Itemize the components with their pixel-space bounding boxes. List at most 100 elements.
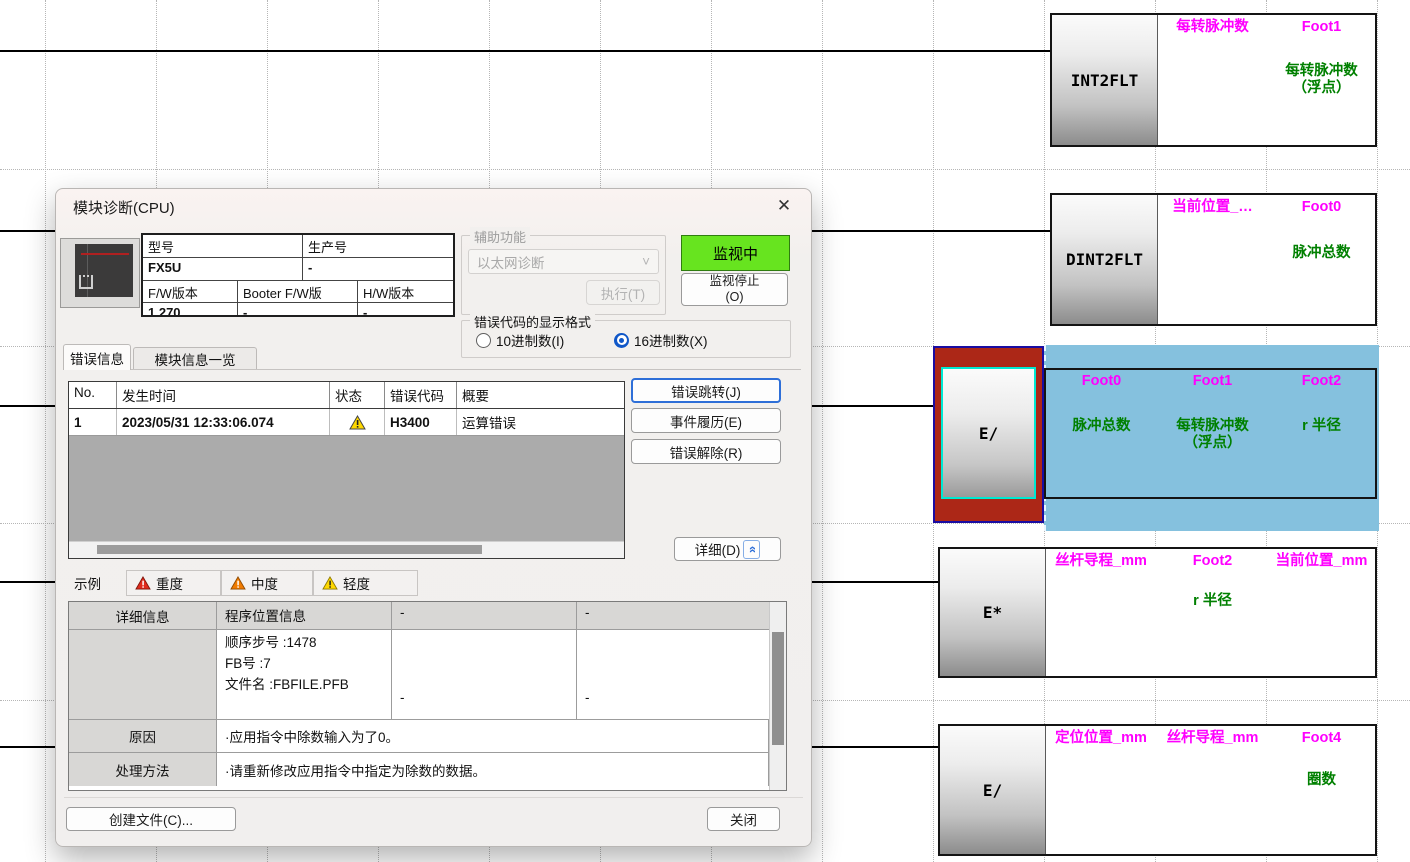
- error-clear-button[interactable]: 错误解除(R): [631, 439, 781, 464]
- pin-label[interactable]: Foot0: [1046, 373, 1157, 390]
- pin-label[interactable]: Foot1: [1157, 373, 1268, 390]
- block-name[interactable]: DINT2FLT: [1052, 195, 1158, 324]
- pin-label[interactable]: Foot2: [1268, 373, 1375, 390]
- fbd-block-emul[interactable]: E* 丝杆导程_mm Foot2 r 半径 当前位置_mm: [938, 547, 1377, 678]
- fbd-block-ediv-selected[interactable]: E/: [933, 346, 1044, 523]
- severity-moderate-icon: [230, 576, 246, 590]
- stop-monitoring-button[interactable]: 监视停止 (O): [681, 273, 788, 306]
- vertical-scrollbar[interactable]: [769, 602, 786, 790]
- detail-button-label: 详细(D): [695, 539, 741, 559]
- col-header: 发生时间: [117, 382, 330, 408]
- pin-label[interactable]: 脉冲总数: [1046, 418, 1157, 435]
- detail-cell: -: [392, 602, 577, 630]
- cell-summary: 运算错误: [457, 409, 624, 435]
- info-value: -: [358, 303, 453, 317]
- pin-label[interactable]: 每转脉冲数 （浮点）: [1268, 63, 1375, 98]
- pin-label[interactable]: Foot2: [1157, 553, 1268, 570]
- block-name[interactable]: INT2FLT: [1052, 15, 1158, 145]
- block-name[interactable]: E/: [941, 367, 1036, 499]
- legend-text: 中度: [251, 573, 278, 593]
- pin-label[interactable]: r 半径: [1157, 593, 1268, 610]
- error-jump-button[interactable]: 错误跳转(J): [631, 378, 781, 403]
- error-detail-panel: 详细信息 程序位置信息 - - 顺序步号 :1478 FB号 :7 文件名 :F…: [68, 601, 787, 791]
- selected-block-pin-area: Foot0 Foot1 Foot2 脉冲总数 每转脉冲数 （浮点） r 半径: [1044, 368, 1377, 499]
- remedy-text: ·请重新修改应用指令中指定为除数的数据。: [217, 753, 769, 786]
- pin-label[interactable]: 每转脉冲数 （浮点）: [1157, 418, 1268, 453]
- tab-module-info-list[interactable]: 模块信息一览: [133, 347, 257, 370]
- pin-label[interactable]: 丝杆导程_mm: [1045, 553, 1157, 570]
- table-row[interactable]: 1 2023/05/31 12:33:06.074 H3400 运算错误: [69, 409, 624, 436]
- pin-label[interactable]: Foot0: [1268, 199, 1375, 216]
- scrollbar-thumb[interactable]: [97, 545, 482, 554]
- detail-row-header: 详细信息: [69, 602, 217, 630]
- block-name[interactable]: E/: [940, 726, 1046, 854]
- dialog-separator: [64, 797, 803, 798]
- pin-label[interactable]: 圈数: [1268, 772, 1375, 789]
- pin-label[interactable]: 每转脉冲数: [1157, 19, 1268, 36]
- detail-cell: -: [392, 630, 577, 720]
- pin-label[interactable]: 脉冲总数: [1268, 245, 1375, 262]
- group-legend: 错误代码的显示格式: [470, 312, 595, 331]
- grid-line-vertical: [822, 0, 823, 862]
- pin-label[interactable]: 定位位置_mm: [1045, 730, 1157, 747]
- module-diagnostics-dialog: 模块诊断(CPU) ✕ 型号 生产号 FX5U - F/W版本 Booter F…: [55, 188, 812, 847]
- error-list-table: No. 发生时间 状态 错误代码 概要 1 2023/05/31 12:33:0…: [68, 381, 625, 559]
- detail-toggle-button[interactable]: 详细(D) »: [674, 537, 781, 561]
- info-header: F/W版本: [143, 281, 238, 302]
- tab-error-info[interactable]: 错误信息: [63, 344, 131, 370]
- scrollbar-thumb[interactable]: [772, 632, 784, 745]
- info-header: 生产号: [303, 235, 453, 257]
- execute-button[interactable]: 执行(T): [586, 280, 660, 305]
- pin-label[interactable]: 当前位置_mm: [1268, 553, 1375, 570]
- info-value: -: [238, 303, 358, 317]
- module-info-table: 型号 生产号 FX5U - F/W版本 Booter F/W版 H/W版本 1.…: [141, 233, 455, 317]
- tab-baseline: [63, 369, 801, 370]
- grid-line-horizontal: [0, 169, 1410, 170]
- pin-label[interactable]: r 半径: [1268, 418, 1375, 435]
- radio-hex[interactable]: 16进制数(X): [614, 330, 708, 350]
- error-table-header: No. 发生时间 状态 错误代码 概要: [69, 382, 624, 409]
- table-empty-area: [69, 436, 624, 541]
- remedy-label: 处理方法: [69, 753, 217, 786]
- chevron-up-double-icon: »: [743, 540, 760, 559]
- radio-label: 16进制数(X): [634, 330, 708, 350]
- error-code-format-group: 错误代码的显示格式 10进制数(I) 16进制数(X): [461, 320, 791, 358]
- event-history-button[interactable]: 事件履历(E): [631, 408, 781, 433]
- radio-icon[interactable]: [476, 333, 491, 348]
- fbd-block-int2flt[interactable]: INT2FLT 每转脉冲数 Foot1 每转脉冲数 （浮点）: [1050, 13, 1377, 147]
- pin-label[interactable]: Foot4: [1268, 730, 1375, 747]
- close-button[interactable]: 关闭: [707, 807, 780, 831]
- pin-label[interactable]: 当前位置_…: [1157, 199, 1268, 216]
- horizontal-scrollbar[interactable]: [69, 541, 624, 558]
- aux-function-select[interactable]: 以太网诊断 ˅: [468, 249, 659, 274]
- radio-selected-icon[interactable]: [614, 333, 629, 348]
- info-header: 型号: [143, 235, 303, 257]
- cell-no: 1: [69, 409, 117, 435]
- cell-error-code: H3400: [385, 409, 457, 435]
- legend-item-moderate: 中度: [221, 570, 313, 596]
- info-value: FX5U: [143, 258, 303, 280]
- pin-label[interactable]: 丝杆导程_mm: [1157, 730, 1268, 747]
- create-file-button[interactable]: 创建文件(C)...: [66, 807, 236, 831]
- col-header: 错误代码: [385, 382, 457, 408]
- col-header: 概要: [457, 382, 624, 408]
- monitoring-status-button[interactable]: 监视中: [681, 235, 790, 271]
- info-header: H/W版本: [358, 281, 453, 302]
- detail-cell: -: [577, 602, 769, 630]
- legend-text: 轻度: [343, 573, 370, 593]
- col-header: No.: [69, 382, 117, 408]
- close-icon[interactable]: ✕: [773, 196, 795, 216]
- group-legend: 辅助功能: [470, 227, 530, 246]
- fbd-block-ediv2[interactable]: E/ 定位位置_mm 丝杆导程_mm Foot4 圈数: [938, 724, 1377, 856]
- block-name[interactable]: E*: [940, 549, 1046, 676]
- fbd-block-dint2flt[interactable]: DINT2FLT 当前位置_… Foot0 脉冲总数: [1050, 193, 1377, 326]
- legend-label: 示例: [74, 573, 101, 593]
- legend-item-major: 重度: [126, 570, 221, 596]
- pin-label[interactable]: Foot1: [1268, 19, 1375, 36]
- grid-line-vertical: [45, 0, 46, 862]
- combo-value: 以太网诊断: [477, 252, 545, 272]
- detail-cell-empty: [69, 630, 217, 720]
- severity-minor-icon: [322, 576, 338, 590]
- radio-decimal[interactable]: 10进制数(I): [476, 330, 564, 350]
- info-header: Booter F/W版: [238, 281, 358, 302]
